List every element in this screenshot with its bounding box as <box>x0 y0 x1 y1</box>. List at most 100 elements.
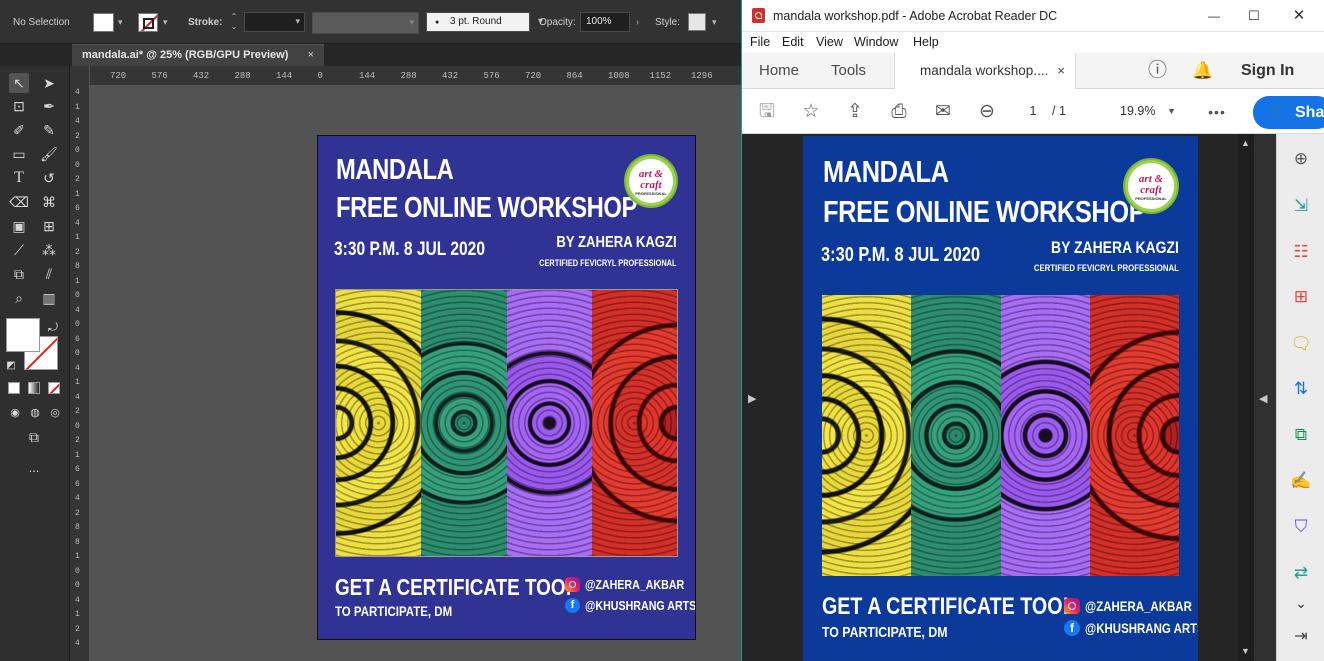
ruler-tick-label: 1 <box>75 233 80 242</box>
maximize-icon[interactable]: ☐ <box>1246 8 1262 24</box>
save-icon[interactable]: 🖫 <box>755 100 779 124</box>
artboard-tool-icon[interactable]: ⊡ <box>9 96 29 116</box>
right-panel-collapse-icon[interactable]: ◀ <box>1259 392 1267 405</box>
free-transform-tool-icon[interactable]: ⊞ <box>39 216 59 236</box>
more-tools-icon[interactable]: ... <box>24 458 44 478</box>
none-mode-icon[interactable] <box>48 382 60 394</box>
direct-selection-tool-icon[interactable]: ➤ <box>39 73 59 93</box>
opacity-chevron-icon[interactable]: › <box>636 17 639 27</box>
ruler-tick-label: 576 <box>151 71 168 81</box>
screen-mode-icon[interactable]: ⧉ <box>24 427 44 447</box>
symbol-sprayer-tool-icon[interactable]: ⁂ <box>39 240 59 260</box>
scroll-down-icon[interactable]: ▼ <box>1241 646 1250 656</box>
rotate-tool-icon[interactable]: ↺ <box>39 168 59 188</box>
brush-definition[interactable]: ● 3 pt. Round ▾ <box>426 12 543 32</box>
variable-width-profile[interactable]: ▾ <box>312 12 419 34</box>
send-for-review-icon[interactable]: ⇄ <box>1290 562 1312 584</box>
scroll-up-icon[interactable]: ▲ <box>1241 138 1250 148</box>
upload-cloud-icon[interactable]: ⇪ <box>843 100 867 124</box>
ruler-tick-label: 4 <box>75 595 80 605</box>
menu-help[interactable]: Help <box>913 35 939 49</box>
type-tool-icon[interactable]: T <box>9 168 29 188</box>
poster-datetime: 3:30 P.M. 8 JUL 2020 <box>334 239 485 260</box>
warp-tool-icon[interactable]: ⌘ <box>39 192 59 212</box>
zoom-tool-icon[interactable]: ⌕ <box>9 288 29 308</box>
fill-sign-icon[interactable]: ✍ <box>1290 470 1312 492</box>
gradient-tool-icon[interactable]: ▣ <box>9 216 29 236</box>
stroke-weight-spinner[interactable]: ⌃ ⌄ <box>227 12 241 34</box>
chevron-down-icon[interactable]: ⌄ <box>1290 592 1312 614</box>
close-tab-icon[interactable]: × <box>308 45 314 66</box>
eraser-tool-icon[interactable]: ⌫ <box>9 192 29 212</box>
notifications-bell-icon[interactable]: 🔔 <box>1192 53 1213 89</box>
facebook-text: @KHUSHRANG ARTS <box>585 598 696 613</box>
close-window-icon[interactable]: ✕ <box>1291 8 1307 24</box>
more-options-icon[interactable]: ••• <box>1202 100 1232 124</box>
menu-window[interactable]: Window <box>854 35 898 49</box>
sign-in-link[interactable]: Sign In <box>1241 53 1294 89</box>
ruler-tick-label: 864 <box>566 71 583 81</box>
export-pdf-icon[interactable]: ⇲ <box>1290 195 1312 217</box>
create-pdf-icon[interactable]: ⊞ <box>1290 286 1312 308</box>
curvature-tool-icon[interactable]: ✐ <box>9 120 29 140</box>
nav-home[interactable]: Home <box>759 53 799 89</box>
ruler-tick-label: 1 <box>75 552 80 561</box>
share-button[interactable]: 👤 Sha <box>1253 96 1324 129</box>
organize-pages-icon[interactable]: ☷ <box>1290 241 1312 263</box>
default-colors-icon[interactable]: ◩ <box>4 356 18 376</box>
artboard-canvas[interactable]: MANDALA FREE ONLINE WORKSHOP art & craft… <box>90 86 741 661</box>
menu-edit[interactable]: Edit <box>782 35 804 49</box>
draw-inside-icon[interactable]: ◎ <box>45 403 65 423</box>
protect-shield-icon[interactable]: ⛉ <box>1290 516 1312 538</box>
zoom-in-tool-icon[interactable]: ⊕ <box>1290 148 1312 170</box>
email-icon[interactable]: ✉ <box>931 100 955 124</box>
selection-tool-icon[interactable]: ↖ <box>9 73 29 93</box>
artboard-poster[interactable]: MANDALA FREE ONLINE WORKSHOP art & craft… <box>317 135 696 640</box>
print-icon[interactable]: ⎙ <box>887 100 911 124</box>
ruler-tick-label: 0 <box>75 146 80 155</box>
rectangle-tool-icon[interactable]: ▭ <box>9 144 29 164</box>
help-icon[interactable]: ⓘ <box>1148 53 1167 89</box>
pencil-tool-icon[interactable]: ✎ <box>39 120 59 140</box>
compress-pdf-icon[interactable]: ⧉ <box>1290 424 1312 446</box>
opacity-field[interactable]: 100% <box>580 12 630 32</box>
color-mode-icon[interactable] <box>8 382 20 394</box>
paintbrush-tool-icon[interactable]: 🖌 <box>39 144 59 164</box>
vertical-scrollbar[interactable]: ▲ ▼ <box>1238 134 1254 661</box>
fill-color-front[interactable] <box>6 318 40 352</box>
menu-file[interactable]: File <box>750 35 770 49</box>
comment-icon[interactable]: 🗨 <box>1290 333 1312 355</box>
document-tab[interactable]: mandala workshop.... × <box>894 53 1076 89</box>
mandala-panel-purple <box>506 290 592 556</box>
stroke-dropdown-chevron-icon[interactable]: ▾ <box>163 17 168 28</box>
nav-tools[interactable]: Tools <box>831 53 866 89</box>
slice-tool-icon[interactable]: ⫽ <box>39 264 59 284</box>
mandala-panels <box>335 289 678 557</box>
fill-dropdown-chevron-icon[interactable]: ▾ <box>118 17 123 28</box>
swap-colors-icon[interactable]: ⤾ <box>45 317 61 337</box>
zoom-out-icon[interactable]: ⊖ <box>975 100 999 124</box>
fill-swatch[interactable] <box>93 13 114 32</box>
draw-behind-icon[interactable]: ◍ <box>25 403 45 423</box>
left-panel-expand-icon[interactable]: ▶ <box>748 392 756 405</box>
page-number-input[interactable]: 1 <box>1014 100 1052 123</box>
pen-tool-icon[interactable]: ✒ <box>39 96 59 116</box>
shape-builder-tool-icon[interactable]: ⧉ <box>9 264 29 284</box>
zoom-select[interactable]: 19.9% ▼ <box>1106 100 1182 123</box>
gradient-mode-icon[interactable] <box>28 382 40 394</box>
draw-normal-icon[interactable]: ◉ <box>5 403 25 423</box>
stroke-weight-field[interactable]: ▾ <box>244 12 305 32</box>
column-graph-tool-icon[interactable]: ▥ <box>39 288 59 308</box>
document-tab[interactable]: mandala.ai* @ 25% (RGB/GPU Preview) × <box>72 44 324 66</box>
collapse-pane-icon[interactable]: ⇥ <box>1290 626 1312 648</box>
menu-view[interactable]: View <box>816 35 843 49</box>
eyedropper-tool-icon[interactable]: ⟋ <box>9 240 29 260</box>
close-tab-icon[interactable]: × <box>1057 53 1065 89</box>
style-chevron-icon[interactable]: ▾ <box>712 17 717 28</box>
combine-files-icon[interactable]: ⇅ <box>1290 378 1312 400</box>
bookmark-star-icon[interactable]: ☆ <box>799 100 823 124</box>
stroke-swatch[interactable] <box>138 13 158 32</box>
minimize-icon[interactable]: — <box>1206 8 1222 24</box>
style-swatch[interactable] <box>688 13 706 31</box>
document-view[interactable]: ▶ MANDALA FREE ONLINE WORKSHOP art & cra… <box>742 134 1276 661</box>
